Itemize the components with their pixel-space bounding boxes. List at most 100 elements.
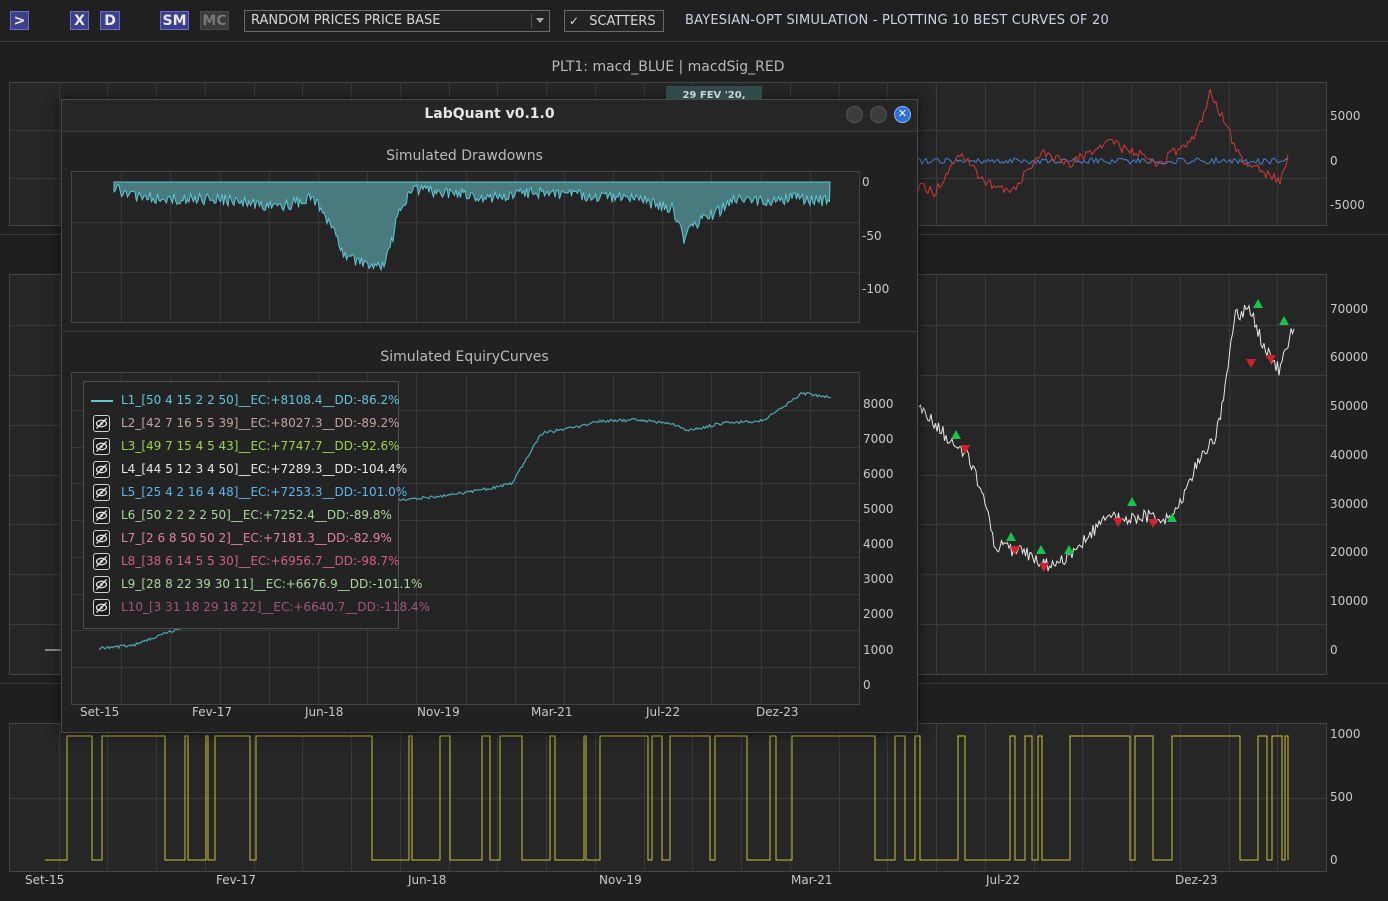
equity-legend: L1_[50 4 15 2 2 50]__EC:+8108.4__DD:-86.… [83,381,430,629]
eye-off-icon[interactable] [93,415,110,432]
equity-xtick: Dez-23 [756,705,799,719]
plot3-area[interactable] [9,723,1327,872]
sm-button[interactable]: SM [160,11,189,30]
sell-marker [1148,519,1158,528]
plot3-ytick: 0 [1330,853,1338,867]
legend-label: L2_[42 7 16 5 5 39]__EC:+8027.3__DD:-89.… [121,416,400,430]
buy-marker [1036,545,1046,554]
equity-ytick: 6000 [863,467,894,481]
legend-item[interactable]: L4_[44 5 12 3 4 50]__EC:+7289.3__DD:-104… [91,460,407,480]
plot3-xtick: Jun-18 [408,873,447,887]
legend-label: L10_[3 31 18 29 18 22]__EC:+6640.7__DD:-… [121,600,431,614]
equity-ytick: 3000 [863,572,894,586]
equity-xtick: Nov-19 [417,705,460,719]
legend-item[interactable]: L9_[28 8 22 39 30 11]__EC:+6676.9__DD:-1… [91,575,422,595]
plot1-ytick: -5000 [1330,198,1365,212]
plot2-ytick: 70000 [1330,302,1369,316]
dialog-titlebar[interactable]: LabQuant v0.1.0 ✕ [62,100,917,132]
close-icon: ✕ [897,107,908,120]
legend-line-swatch [91,400,113,402]
drawdowns-chart[interactable] [71,171,860,323]
buy-marker [951,430,961,439]
equity-ytick: 2000 [863,607,894,621]
maximize-button[interactable] [870,106,887,123]
cursor-label-clip: 29 FEV '20, 19:02 [666,86,762,99]
plot2-ytick: 50000 [1330,399,1369,413]
legend-item[interactable]: L7_[2 6 8 50 50 2]__EC:+7181.3__DD:-82.9… [91,529,392,549]
plot2-ytick: 20000 [1330,545,1369,559]
legend-item[interactable]: L5_[25 4 2 16 4 48]__EC:+7253.3__DD:-101… [91,483,407,503]
plot3-xtick: Mar-21 [791,873,833,887]
eye-off-icon[interactable] [93,438,110,455]
legend-label: L8_[38 6 14 5 5 30]__EC:+6956.7__DD:-98.… [121,554,400,568]
legend-item[interactable]: L1_[50 4 15 2 2 50]__EC:+8108.4__DD:-86.… [91,391,400,411]
equity-xtick: Fev-17 [192,705,233,719]
plot2-ytick: 0 [1330,643,1338,657]
equity-ytick: 0 [863,678,871,692]
eye-off-icon[interactable] [93,576,110,593]
minimize-button[interactable] [846,106,863,123]
eye-off-icon[interactable] [93,461,110,478]
plot1-ytick: 0 [1330,154,1338,168]
eye-off-icon[interactable] [93,530,110,547]
legend-label: L7_[2 6 8 50 50 2]__EC:+7181.3__DD:-82.9… [121,531,392,545]
chevron-down-icon[interactable] [536,18,544,23]
legend-item[interactable]: L8_[38 6 14 5 5 30]__EC:+6956.7__DD:-98.… [91,552,400,572]
plot2-ytick: 40000 [1330,448,1369,462]
scatters-checkbox[interactable]: ✓ SCATTERS [564,10,664,32]
legend-item[interactable]: L6_[50 2 2 2 2 50]__EC:+7252.4__DD:-89.8… [91,506,392,526]
eye-off-icon[interactable] [93,484,110,501]
legend-label: L1_[50 4 15 2 2 50]__EC:+8108.4__DD:-86.… [121,393,400,407]
eye-off-icon[interactable] [93,553,110,570]
plot3-ytick: 1000 [1330,727,1361,741]
close-button[interactable]: ✕ [894,106,911,123]
legend-label: L5_[25 4 2 16 4 48]__EC:+7253.3__DD:-101… [121,485,408,499]
plot3-xtick: Nov-19 [599,873,642,887]
plot2-ytick: 60000 [1330,350,1369,364]
plot3-xtick: Jul-22 [986,873,1021,887]
equity-xtick: Set-15 [80,705,120,719]
run-button[interactable]: > [10,11,29,30]
equity-title: Simulated EquiryCurves [380,349,549,365]
equity-ytick: 5000 [863,502,894,516]
mc-button[interactable]: MC [200,11,229,30]
buy-marker [1253,299,1263,308]
asset-select[interactable]: RANDOM PRICES PRICE BASE [244,10,550,32]
check-icon: ✓ [569,14,580,28]
plot1-ytick: 5000 [1330,109,1361,123]
labquant-dialog: LabQuant v0.1.0 ✕ Simulated Drawdowns 0 … [61,99,918,733]
d-button[interactable]: D [100,11,120,30]
eye-off-icon[interactable] [93,599,110,616]
plot3-xtick: Set-15 [25,873,65,887]
buy-marker [1064,545,1074,554]
equity-xtick: Mar-21 [531,705,573,719]
dialog-title: LabQuant v0.1.0 [424,106,555,122]
equity-chart[interactable]: L1_[50 4 15 2 2 50]__EC:+8108.4__DD:-86.… [71,372,860,705]
plot2-ytick: 30000 [1330,497,1369,511]
legend-item[interactable]: L3_[49 7 15 4 5 43]__EC:+7747.7__DD:-92.… [91,437,400,457]
legend-label: L9_[28 8 22 39 30 11]__EC:+6676.9__DD:-1… [121,577,423,591]
buy-marker [1127,497,1137,506]
plot2-ytick: 10000 [1330,594,1369,608]
x-button[interactable]: X [70,11,89,30]
eye-off-icon[interactable] [93,507,110,524]
plot3-xtick: Fev-17 [216,873,257,887]
legend-label: L3_[49 7 15 4 5 43]__EC:+7747.7__DD:-92.… [121,439,400,453]
plot3-ytick: 500 [1330,790,1353,804]
drawdowns-title: Simulated Drawdowns [386,148,543,164]
scatters-label: SCATTERS [589,14,656,29]
equity-ytick: 8000 [863,397,894,411]
equity-xtick: Jul-22 [646,705,681,719]
sell-marker [1113,518,1123,527]
legend-item[interactable]: L2_[42 7 16 5 5 39]__EC:+8027.3__DD:-89.… [91,414,400,434]
drawdowns-ytick: -100 [862,282,890,296]
buy-marker [1279,316,1289,325]
legend-item[interactable]: L10_[3 31 18 29 18 22]__EC:+6640.7__DD:-… [91,598,430,618]
toolbar: > X D SM MC RANDOM PRICES PRICE BASE ✓ S… [0,0,1388,42]
asset-select-value: RANDOM PRICES PRICE BASE [251,13,441,28]
buy-marker [1006,532,1016,541]
sell-marker [1246,359,1256,368]
legend-label: L4_[44 5 12 3 4 50]__EC:+7289.3__DD:-104… [121,462,408,476]
select-separator [531,14,532,28]
plot3-xtick: Dez-23 [1175,873,1218,887]
